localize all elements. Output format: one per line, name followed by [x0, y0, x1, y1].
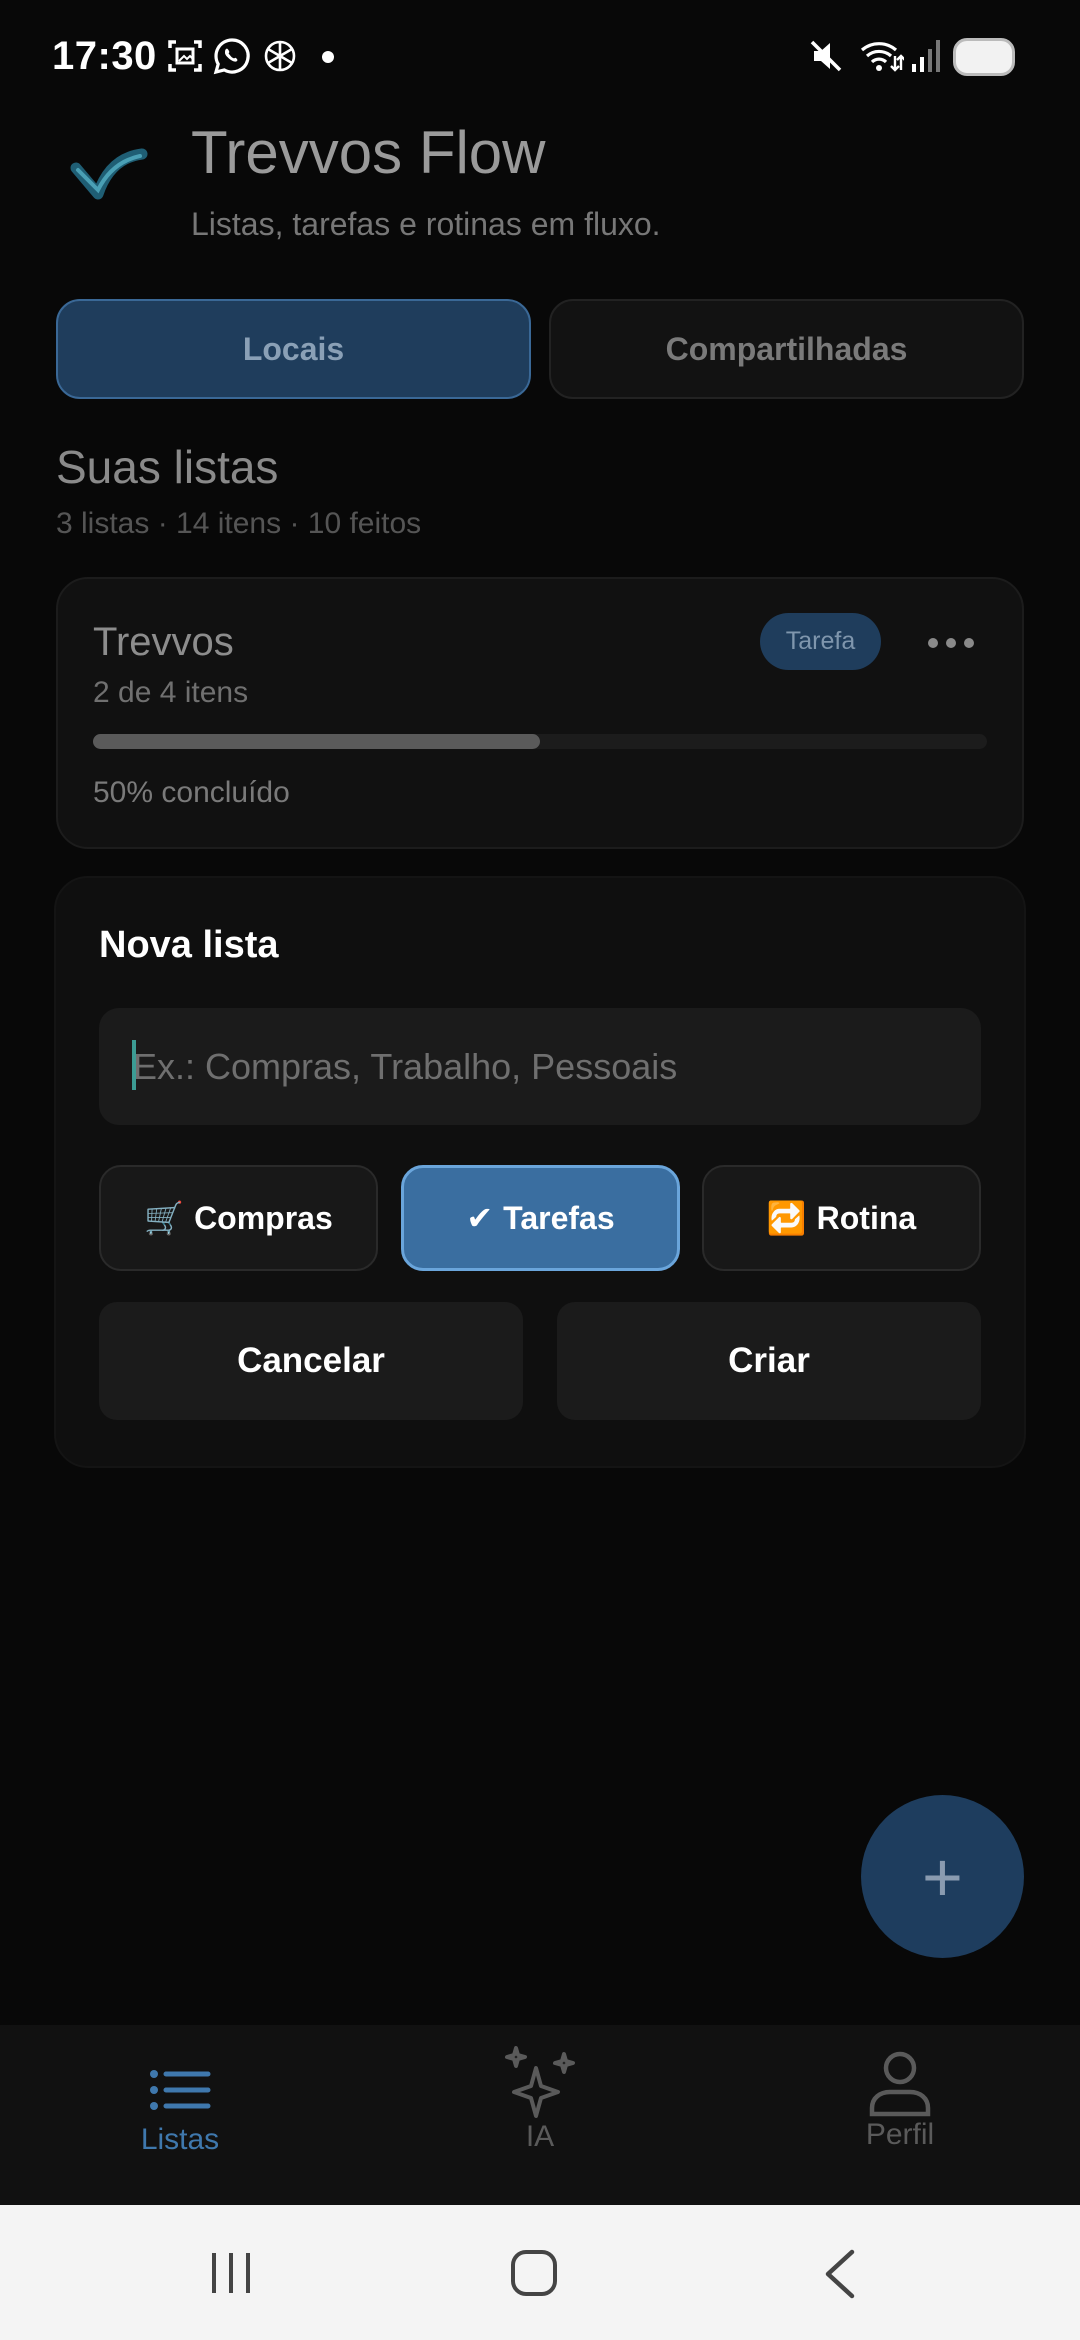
nav-perfil-label: Perfil [865, 2118, 935, 2151]
app-title: Trevvos Flow [191, 119, 546, 186]
progress-text: 50% concluído [93, 776, 290, 809]
app-logo-icon [70, 148, 148, 200]
type-rotina-button[interactable]: 🔁 Rotina [702, 1165, 981, 1271]
recent-apps-icon[interactable] [208, 2250, 254, 2296]
section-title: Suas listas [56, 441, 279, 493]
type-compras-button[interactable]: 🛒 Compras [99, 1165, 378, 1271]
cancel-button[interactable]: Cancelar [99, 1302, 523, 1420]
back-icon[interactable] [820, 2248, 860, 2300]
wifi-icon [860, 42, 904, 72]
type-compras-label: Compras [194, 1199, 333, 1236]
nav-ia[interactable]: IA [390, 2030, 690, 2200]
tab-locais[interactable]: Locais [56, 299, 531, 399]
nav-perfil[interactable]: Perfil [750, 2030, 1050, 2200]
add-list-button[interactable]: + [861, 1795, 1024, 1958]
type-tarefas-label: Tarefas [503, 1199, 615, 1236]
list-icon [150, 2070, 211, 2110]
cart-icon: 🛒 [144, 1200, 185, 1236]
nav-listas-label: Listas [140, 2123, 220, 2156]
new-list-title: Nova lista [99, 924, 279, 966]
user-icon [869, 2051, 931, 2117]
notification-dot [322, 51, 334, 63]
type-rotina-label: Rotina [816, 1199, 917, 1236]
progress-bar-fill [93, 734, 540, 749]
checkmark-icon: ✔ [466, 1200, 494, 1236]
list-type-badge: Tarefa [760, 613, 881, 670]
mute-icon [810, 40, 842, 72]
tab-compartilhadas[interactable]: Compartilhadas [549, 299, 1024, 399]
list-card-title: Trevvos [93, 620, 234, 664]
screenshot-icon [168, 40, 202, 72]
app-subtitle: Listas, tarefas e rotinas em fluxo. [191, 206, 661, 242]
repeat-icon: 🔁 [766, 1200, 807, 1236]
nav-listas[interactable]: Listas [30, 2030, 330, 2200]
sparkles-icon [505, 2046, 575, 2118]
plus-icon: + [922, 1837, 963, 1916]
signal-icon [912, 40, 940, 72]
more-options-icon[interactable] [928, 628, 978, 658]
openai-icon [264, 40, 296, 72]
battery-icon [953, 38, 1015, 76]
section-summary: 3 listas · 14 itens · 10 feitos [56, 507, 422, 540]
list-name-input[interactable] [99, 1008, 981, 1125]
home-icon[interactable] [509, 2248, 559, 2298]
status-time: 17:30 [52, 34, 157, 78]
progress-bar [93, 734, 987, 749]
nav-ia-label: IA [525, 2120, 555, 2153]
list-card-count: 2 de 4 itens [93, 676, 249, 709]
create-button[interactable]: Criar [557, 1302, 981, 1420]
type-tarefas-button[interactable]: ✔ Tarefas [401, 1165, 680, 1271]
text-cursor [132, 1040, 136, 1090]
whatsapp-icon [213, 38, 250, 75]
